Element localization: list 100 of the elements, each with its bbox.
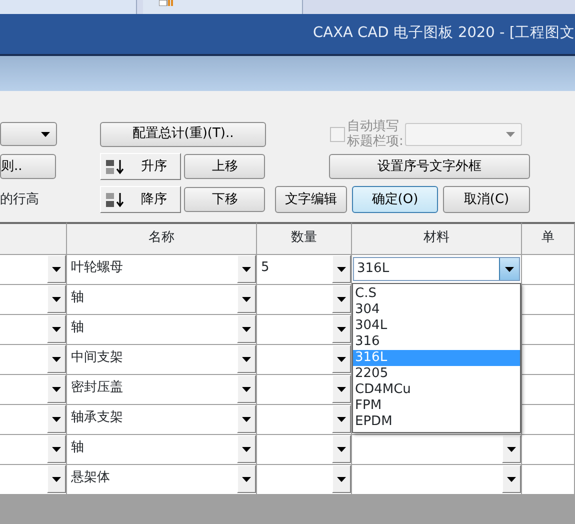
dropdown-arrow-button[interactable] [332,345,351,373]
dropdown-arrow-button[interactable] [47,375,66,403]
dropdown-arrow-button[interactable] [332,375,351,403]
title-field-dropdown[interactable] [405,122,522,146]
table-cell[interactable] [0,255,67,285]
sort-button[interactable]: 升序 [100,153,181,180]
caret-icon [507,446,516,452]
caret-icon [52,326,61,332]
move-button[interactable]: 上移 [184,154,266,179]
dropdown-arrow-button[interactable] [237,435,256,463]
table-cell[interactable] [257,375,352,405]
caret-icon [337,326,346,332]
table-cell[interactable] [0,405,67,435]
dropdown-item[interactable]: 316 [353,334,520,350]
dropdown-arrow-button[interactable] [47,345,66,373]
table-cell[interactable] [0,345,67,375]
column-header: 数量 [257,222,352,255]
table-cell[interactable] [352,465,522,495]
table-cell[interactable] [352,435,522,465]
table-cell[interactable] [257,345,352,375]
auto-fill-label: 自动填写标题栏项: [347,119,404,149]
dropdown-arrow-button[interactable] [237,315,256,343]
table-cell[interactable] [0,465,67,495]
dropdown-arrow-button[interactable] [47,405,66,433]
dropdown-arrow-button[interactable] [47,285,66,313]
window-title: CAXA CAD 电子图板 2020 - [工程图文 [313,24,575,44]
dropdown-arrow-button[interactable] [502,465,521,493]
table-cell[interactable] [257,315,352,345]
dropdown-item[interactable]: 304L [353,318,520,334]
dropdown-arrow-button[interactable] [332,405,351,433]
dropdown-arrow-button[interactable] [332,255,351,283]
sort-button[interactable]: 降序 [100,186,181,213]
caret-icon [337,386,346,392]
row-height-label: 的行高 [0,190,39,209]
dialog-button[interactable]: 文字编辑 [275,186,347,213]
table-cell[interactable] [0,435,67,465]
caret-icon [242,356,251,362]
column-header: 名称 [67,222,257,255]
table-cell[interactable] [257,405,352,435]
dropdown-arrow-button[interactable] [47,465,66,493]
dropdown-arrow-button[interactable] [237,465,256,493]
table-cell [522,435,575,465]
dropdown-arrow-button[interactable] [47,435,66,463]
caret-icon [242,416,251,422]
table-cell[interactable]: 轴 [67,435,257,465]
column-header: 单 [522,222,575,255]
table-cell[interactable] [0,375,67,405]
caret-icon [41,132,50,136]
caret-icon [337,296,346,302]
dropdown-item[interactable]: C.S [353,286,520,302]
dropdown-item[interactable]: CD4MCu [353,382,520,398]
sort-field-dropdown[interactable] [0,122,57,146]
dropdown-arrow-button[interactable] [502,435,521,463]
caret-icon [505,266,514,272]
material-combo-field[interactable]: 316L [353,257,520,281]
caret-icon [337,476,346,482]
dropdown-item[interactable]: 2205 [353,366,520,382]
caret-icon [337,266,346,272]
table-cell[interactable] [257,435,352,465]
table-cell[interactable]: 5 [257,255,352,285]
caret-icon [242,446,251,452]
caret-icon [52,356,61,362]
table-cell[interactable]: 悬架体 [67,465,257,495]
rule-button[interactable]: 则.. [0,154,56,179]
dialog-button[interactable]: 确定(O) [352,186,438,213]
table-cell[interactable]: 轴 [67,285,257,315]
dropdown-arrow-button[interactable] [47,315,66,343]
table-cell[interactable]: 中间支架 [67,345,257,375]
table-cell[interactable]: 密封压盖 [67,375,257,405]
caret-icon [242,476,251,482]
table-cell[interactable]: 轴 [67,315,257,345]
caret-icon [52,386,61,392]
dropdown-item[interactable]: 304 [353,302,520,318]
dropdown-arrow-button[interactable] [237,405,256,433]
table-cell[interactable] [0,285,67,315]
dropdown-arrow-button[interactable] [237,375,256,403]
table-cell [522,465,575,495]
caret-icon [507,476,516,482]
caret-icon [242,326,251,332]
table-cell[interactable] [257,285,352,315]
caret-icon [52,416,61,422]
table-cell[interactable] [0,315,67,345]
dropdown-item[interactable]: EPDM [353,414,520,430]
text-frame-button[interactable]: 设置序号文字外框 [329,154,530,179]
dropdown-arrow-button[interactable] [332,465,351,493]
dialog-button[interactable]: 取消(C) [443,186,530,213]
dropdown-arrow-button[interactable] [47,255,66,283]
dropdown-arrow-button[interactable] [332,435,351,463]
dropdown-arrow-button[interactable] [237,285,256,313]
table-cell[interactable]: 叶轮螺母 [67,255,257,285]
dropdown-arrow-button[interactable] [237,255,256,283]
dropdown-arrow-button[interactable] [332,315,351,343]
table-cell[interactable] [257,465,352,495]
dropdown-arrow-button[interactable] [332,285,351,313]
table-cell[interactable]: 轴承支架 [67,405,257,435]
move-button[interactable]: 下移 [184,187,266,212]
caret-icon [52,296,61,302]
dropdown-arrow-button[interactable] [237,345,256,373]
dropdown-item[interactable]: FPM [353,398,520,414]
config-total-button[interactable]: 配置总计(重)(T).. [100,122,266,146]
